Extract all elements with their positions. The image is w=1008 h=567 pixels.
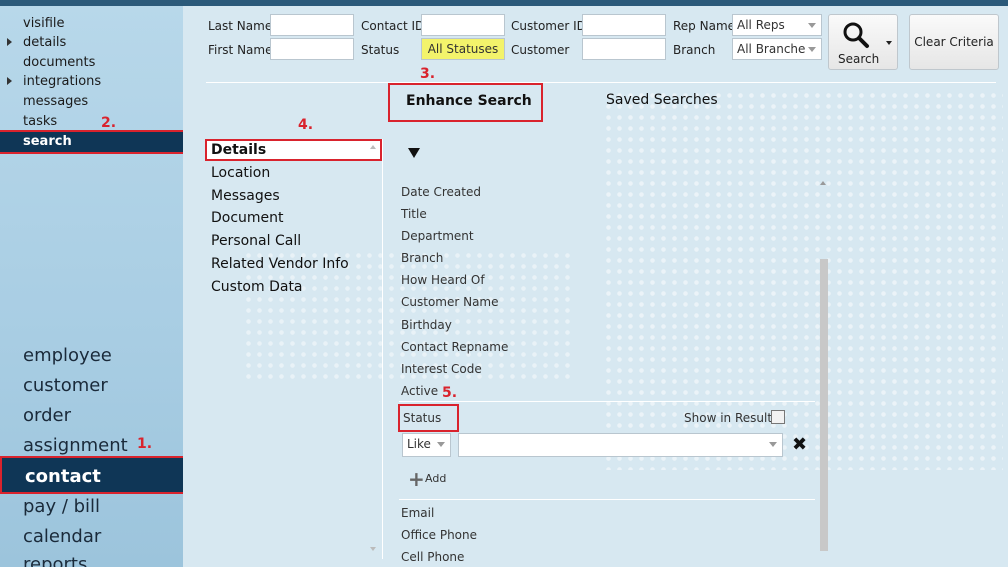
rep-name-label: Rep Name: [673, 19, 736, 33]
branch-label: Branch: [673, 43, 716, 57]
customer-input[interactable]: [582, 38, 666, 60]
field-cell-phone[interactable]: Cell Phone: [401, 550, 464, 564]
status-row-bottom-divider: [399, 499, 815, 500]
field-office-phone[interactable]: Office Phone: [401, 528, 477, 542]
field-interest-code[interactable]: Interest Code: [401, 362, 482, 376]
add-criteria-button[interactable]: + Add: [408, 467, 453, 491]
operator-select[interactable]: Like: [402, 433, 451, 457]
main-panel: [183, 0, 1008, 567]
customer-label: Customer: [511, 43, 570, 57]
operator-value: Like: [407, 437, 431, 451]
field-birthday[interactable]: Birthday: [401, 318, 452, 332]
sidebar-main-item-reports[interactable]: reports: [23, 554, 87, 567]
last-name-input[interactable]: [270, 14, 354, 36]
sidebar-sub-item-tasks[interactable]: tasks: [23, 114, 57, 129]
tab-enhance-search[interactable]: Enhance Search: [388, 83, 543, 122]
category-related-vendor-info[interactable]: Related Vendor Info: [211, 256, 349, 272]
first-name-label: First Name: [208, 43, 273, 57]
first-name-input[interactable]: [270, 38, 354, 60]
show-in-results-checkbox[interactable]: [771, 410, 785, 424]
sidebar-main-item-customer[interactable]: customer: [23, 375, 108, 396]
category-details[interactable]: Details: [205, 139, 382, 161]
field-date-created[interactable]: Date Created: [401, 185, 481, 199]
field-how-heard-of[interactable]: How Heard Of: [401, 273, 485, 287]
search-button-label: Search: [838, 52, 880, 66]
sidebar-main-item-calendar[interactable]: calendar: [23, 526, 101, 547]
field-title[interactable]: Title: [401, 207, 427, 221]
clear-criteria-button[interactable]: Clear Criteria: [909, 14, 999, 70]
add-label: Add: [425, 472, 447, 485]
annotation-1: 1.: [137, 436, 153, 452]
plus-icon: +: [408, 467, 425, 491]
field-department[interactable]: Department: [401, 229, 474, 243]
tab-saved-searches[interactable]: Saved Searches: [606, 92, 718, 108]
category-custom-data[interactable]: Custom Data: [211, 279, 303, 295]
field-email[interactable]: Email: [401, 506, 434, 520]
category-panel-border: [382, 139, 383, 559]
search-icon: [843, 22, 869, 48]
branch-select[interactable]: All Branche: [732, 38, 822, 60]
rep-name-value: All Reps: [737, 18, 785, 32]
field-contact-repname[interactable]: Contact Repname: [401, 340, 508, 354]
sidebar-main-item-contact[interactable]: contact: [0, 456, 198, 494]
remove-criteria-icon[interactable]: ✖: [792, 434, 807, 455]
status-label: Status: [361, 43, 400, 57]
field-status[interactable]: Status: [398, 404, 459, 432]
annotation-2: 2.: [101, 115, 117, 131]
category-location[interactable]: Location: [211, 165, 270, 181]
main-top-band: [183, 0, 1008, 6]
field-branch[interactable]: Branch: [401, 251, 443, 265]
sidebar-main-item-order[interactable]: order: [23, 405, 71, 426]
filter-funnel-icon[interactable]: [408, 148, 420, 158]
category-personal-call[interactable]: Personal Call: [211, 233, 301, 249]
sidebar-sub-item-integrations[interactable]: integrations: [7, 74, 102, 89]
field-customer-name[interactable]: Customer Name: [401, 295, 499, 309]
sidebar-sub-item-label: integrations: [23, 74, 102, 89]
annotation-5: 5.: [442, 385, 458, 401]
contact-id-label: Contact ID: [361, 19, 425, 33]
status-row-top-divider: [399, 401, 815, 402]
sidebar-top-band: [0, 0, 183, 6]
scroll-down-icon[interactable]: [370, 547, 376, 551]
chevron-down-icon: [808, 23, 816, 28]
tab-divider: [206, 82, 996, 83]
status-value-select[interactable]: [458, 433, 783, 457]
chevron-down-icon: [437, 442, 445, 447]
sidebar-main-item-pay-bill[interactable]: pay / bill: [23, 496, 100, 517]
expand-arrow-icon[interactable]: [7, 77, 12, 85]
sidebar: visifile details documents integrations …: [0, 0, 200, 567]
sidebar-sub-item-details[interactable]: details: [7, 35, 67, 50]
expand-arrow-icon[interactable]: [7, 38, 12, 46]
rep-name-select[interactable]: All Reps: [732, 14, 822, 36]
category-label: Details: [211, 142, 267, 158]
chevron-down-icon: [808, 47, 816, 52]
field-active[interactable]: Active: [401, 384, 438, 398]
customer-id-label: Customer ID: [511, 19, 586, 33]
category-document[interactable]: Document: [211, 210, 284, 226]
sidebar-sub-item-messages[interactable]: messages: [23, 94, 88, 109]
sidebar-main-item-employee[interactable]: employee: [23, 345, 112, 366]
scroll-up-icon[interactable]: [370, 145, 376, 149]
annotation-3: 3.: [420, 66, 436, 82]
contact-id-input[interactable]: [421, 14, 505, 36]
show-in-results-label: Show in Results: [684, 411, 779, 425]
category-messages[interactable]: Messages: [211, 188, 280, 204]
search-button[interactable]: Search: [828, 14, 898, 70]
sidebar-sub-item-label: details: [23, 35, 67, 50]
sidebar-main-item-assignment[interactable]: assignment: [23, 435, 128, 456]
sidebar-sub-item-visifile[interactable]: visifile: [23, 16, 65, 31]
sidebar-sub-item-search[interactable]: search: [0, 130, 200, 154]
fields-scrollbar[interactable]: [820, 259, 828, 551]
chevron-down-icon: [769, 442, 777, 447]
last-name-label: Last Name: [208, 19, 273, 33]
branch-value: All Branche: [737, 42, 806, 56]
annotation-4: 4.: [298, 117, 314, 133]
world-map-background: [603, 90, 1003, 470]
search-dropdown-icon[interactable]: [886, 41, 892, 45]
fields-scroll-up-icon[interactable]: [820, 181, 826, 185]
status-select[interactable]: All Statuses: [421, 38, 505, 60]
customer-id-input[interactable]: [582, 14, 666, 36]
sidebar-sub-item-documents[interactable]: documents: [23, 55, 95, 70]
